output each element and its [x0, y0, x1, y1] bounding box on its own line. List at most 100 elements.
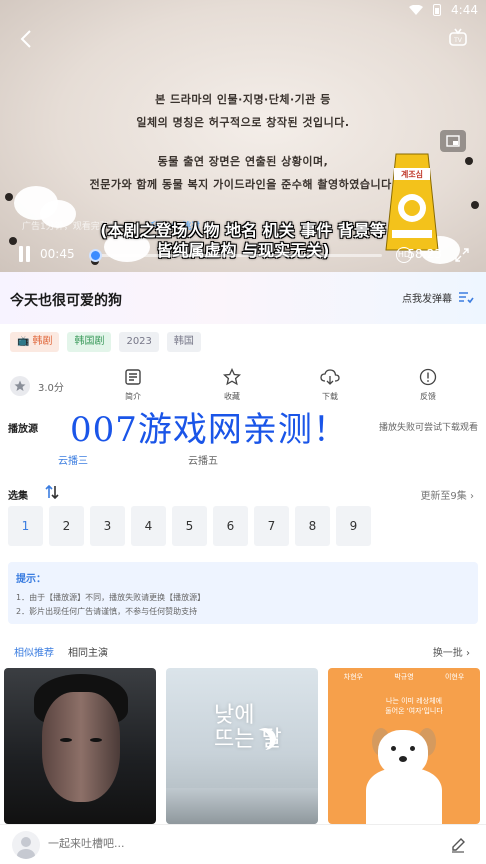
refresh-button[interactable]: 换一批 ›	[433, 644, 470, 659]
video-player[interactable]: 4:44 TV 본 드라마의 인물·지명·단체·기관 등 일체의 명칭은 허구적…	[0, 0, 486, 272]
status-bar: 4:44	[286, 0, 486, 20]
comment-bar	[0, 824, 486, 864]
poster-art	[60, 738, 72, 742]
notice-line-1: 1．由于【播放源】不同，播放失败请更换【播放源】	[16, 593, 206, 602]
poster-cast-names: 차현우 박규영 이현우	[328, 672, 480, 682]
svg-text:TV: TV	[453, 37, 463, 44]
episode-5[interactable]: 5	[172, 506, 207, 546]
avatar[interactable]	[12, 831, 40, 859]
tag-label: 韩剧	[32, 336, 53, 347]
caution-sign-text: 계조심	[401, 169, 423, 179]
info-icon	[419, 368, 437, 386]
korean-line: 일체의 명칭은 허구적으로 창작된 것입니다.	[136, 116, 350, 129]
episode-8[interactable]: 8	[295, 506, 330, 546]
notice-line-2: 2．影片出现任何广告请谨慎，不参与任何赞助支持	[16, 607, 198, 616]
refresh-label: 换一批	[432, 648, 463, 659]
poster-art	[366, 768, 442, 824]
paw-icon	[462, 152, 476, 166]
recommend-tabs: 相似推荐 相同主演	[14, 644, 108, 659]
intro-label: 简介	[125, 392, 141, 401]
poster-art	[90, 738, 102, 742]
episode-3[interactable]: 3	[90, 506, 125, 546]
episodes-more-label: 更新至9集	[420, 491, 467, 502]
chevron-right-icon: ›	[466, 648, 470, 659]
sources-label: 播放源	[8, 424, 38, 435]
document-icon	[125, 369, 141, 385]
watermark-text: 007游戏网亲测！	[70, 410, 348, 450]
progress-knob[interactable]	[88, 249, 102, 262]
rating[interactable]: 3.0分	[10, 376, 64, 396]
battery-icon	[433, 4, 442, 16]
subtitle-line-1: (本剧之登场人物 地名 机关 事件 背景等	[100, 221, 386, 240]
comment-input[interactable]	[48, 837, 348, 850]
star-outline-icon	[223, 368, 241, 386]
sources-hint: 播放失败可尝试下载观看	[378, 423, 478, 433]
episodes-more-link[interactable]: 更新至9集 ›	[420, 487, 474, 502]
star-icon	[10, 376, 30, 396]
episode-2[interactable]: 2	[49, 506, 84, 546]
progress-bar[interactable]	[88, 249, 382, 262]
download-button[interactable]: 下载	[310, 368, 350, 402]
danmu-label: 点我发弹幕	[402, 294, 452, 305]
pause-icon[interactable]	[18, 246, 32, 262]
poster-card[interactable]	[4, 668, 156, 824]
tag-korea-drama[interactable]: 韩国剧	[67, 332, 112, 352]
edit-pencil-icon[interactable]	[450, 837, 466, 853]
source-tab-cloud5[interactable]: 云播五	[188, 452, 218, 467]
total-time: 58:23	[407, 247, 442, 261]
episode-4[interactable]: 4	[131, 506, 166, 546]
poster-art	[42, 692, 120, 802]
episode-list: 1 2 3 4 5 6 7 8 9	[8, 506, 371, 546]
tv-icon: 📺	[17, 336, 30, 347]
source-tab-cloud3[interactable]: 云播三	[58, 452, 88, 467]
status-time: 4:44	[451, 3, 478, 17]
poster-art	[399, 756, 407, 762]
poster-list: 낮에 뜨는 달 차현우 박규영 이현우 나는 이미 레상체에 둘어온 '여자'입…	[4, 668, 480, 824]
tag-list: 📺 韩剧 韩国剧 2023 韩国	[10, 332, 201, 352]
show-title: 今天也很可爱的狗	[10, 293, 122, 309]
cast-name: 이현우	[444, 673, 465, 681]
notice-title: 提示：	[16, 574, 46, 585]
player-controls: 00:45 HD 58:23	[0, 242, 486, 272]
send-danmu-button[interactable]: 点我发弹幕	[402, 290, 474, 305]
poster-art	[391, 746, 396, 751]
sort-icon[interactable]	[45, 485, 59, 499]
poster-tagline: 나는 이미 레상체에 둘어온 '여자'입니다	[385, 697, 443, 715]
title-bar: 今天也很可爱的狗 点我发弹幕	[0, 272, 486, 324]
feedback-button[interactable]: 反馈	[408, 368, 448, 402]
fullscreen-icon[interactable]	[454, 247, 470, 263]
episode-7[interactable]: 7	[254, 506, 289, 546]
poster-art	[166, 788, 318, 824]
tab-same-cast[interactable]: 相同主演	[68, 644, 108, 659]
download-label: 下载	[322, 392, 338, 401]
poster-title-line: 낮에	[214, 703, 255, 728]
tab-similar[interactable]: 相似推荐	[14, 644, 54, 659]
back-arrow-icon[interactable]	[16, 28, 38, 50]
paw-icon	[2, 188, 16, 202]
cast-name: 차현우	[343, 673, 363, 681]
cast-tv-icon[interactable]: TV	[448, 28, 468, 48]
notice-box: 提示： 1．由于【播放源】不同，播放失败请更换【播放源】 2．影片出现任何广告请…	[8, 562, 478, 624]
tag-region[interactable]: 韩国	[166, 332, 201, 352]
danmu-settings-icon[interactable]	[458, 291, 474, 305]
feedback-label: 反馈	[420, 392, 436, 401]
episode-6[interactable]: 6	[213, 506, 248, 546]
episode-1[interactable]: 1	[8, 506, 43, 546]
tag-year[interactable]: 2023	[119, 332, 159, 352]
chevron-right-icon: ›	[470, 491, 474, 502]
detail-content: 今天也很可爱的狗 点我发弹幕 📺 韩剧 韩国剧 2023 韩国 3.0分 简介 收…	[0, 272, 486, 824]
favorite-label: 收藏	[224, 392, 240, 401]
tag-korean-drama[interactable]: 📺 韩剧	[10, 332, 60, 352]
episodes-label: 选集	[8, 491, 28, 502]
korean-line: 본 드라마의 인물·지명·단체·기관 등	[155, 93, 331, 106]
current-time: 00:45	[40, 247, 75, 261]
favorite-button[interactable]: 收藏	[212, 368, 252, 402]
poster-card[interactable]: 차현우 박규영 이현우 나는 이미 레상체에 둘어온 '여자'입니다	[328, 668, 480, 824]
wifi-icon	[409, 5, 424, 15]
moon-icon	[248, 730, 270, 752]
poster-card[interactable]: 낮에 뜨는 달	[166, 668, 318, 824]
episode-9[interactable]: 9	[336, 506, 371, 546]
intro-button[interactable]: 简介	[113, 368, 153, 402]
poster-art	[410, 746, 415, 751]
rating-value: 3.0分	[38, 382, 64, 394]
